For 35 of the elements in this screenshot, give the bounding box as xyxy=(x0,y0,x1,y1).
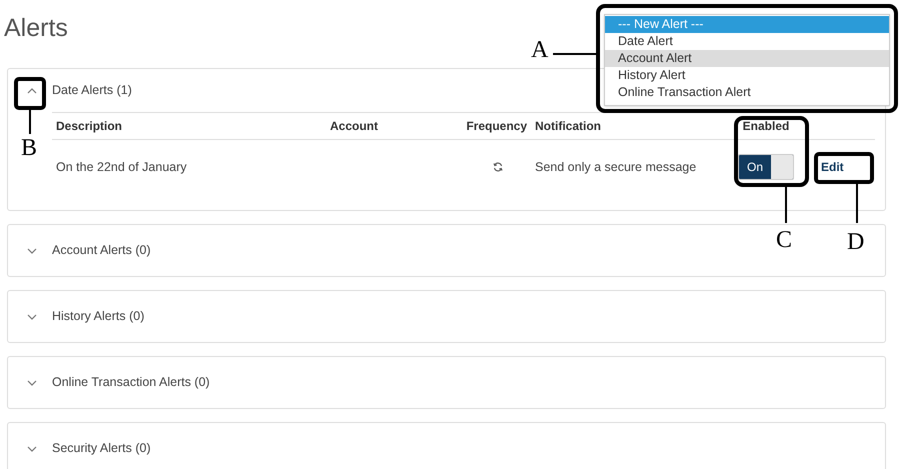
panel-header[interactable]: Account Alerts (0) xyxy=(8,225,155,276)
panel-header[interactable]: Date Alerts (1) xyxy=(8,69,136,112)
callout-box xyxy=(814,152,874,184)
callout-label: D xyxy=(847,230,864,254)
panel-header[interactable]: Security Alerts (0) xyxy=(8,423,155,469)
list-option[interactable]: Date Alert xyxy=(605,33,889,50)
callout-label: B xyxy=(21,136,38,160)
column-header: Account xyxy=(329,118,379,135)
column-header: Frequency xyxy=(466,118,528,135)
callout-label: A xyxy=(531,38,548,62)
list-option[interactable]: Online Transaction Alert xyxy=(605,84,889,101)
leader-line xyxy=(29,110,31,134)
chevron-down-icon[interactable] xyxy=(27,248,37,254)
table-cell-text: On the 22nd of January xyxy=(55,158,188,176)
chevron-down-icon[interactable] xyxy=(27,380,37,386)
callout-box xyxy=(14,77,46,110)
list-option[interactable]: History Alert xyxy=(605,67,889,84)
leader-line xyxy=(553,53,597,55)
panel-header[interactable]: History Alerts (0) xyxy=(8,291,148,342)
repeat-icon xyxy=(493,162,503,172)
chevron-down-icon[interactable] xyxy=(27,446,37,452)
callout-label: C xyxy=(776,228,792,252)
new-alert-dropdown-menu[interactable]: --- New Alert --- Date Alert Account Alert History Alert Online Transaction Alert xyxy=(604,14,890,106)
chevron-down-icon[interactable] xyxy=(27,314,37,320)
column-header: Description xyxy=(55,118,124,135)
chevron-up-icon[interactable] xyxy=(27,88,37,94)
page-title: Alerts xyxy=(4,13,68,44)
column-header: Notification xyxy=(534,118,602,135)
list-option[interactable]: Account Alert xyxy=(605,50,889,67)
column-header: Enabled xyxy=(742,118,790,135)
leader-line xyxy=(856,184,858,223)
panel-header[interactable]: Online Transaction Alerts (0) xyxy=(8,357,214,408)
table-cell-text: Send only a secure message xyxy=(534,158,698,176)
leader-line xyxy=(785,187,787,223)
toggle-switch[interactable]: On xyxy=(738,154,794,180)
